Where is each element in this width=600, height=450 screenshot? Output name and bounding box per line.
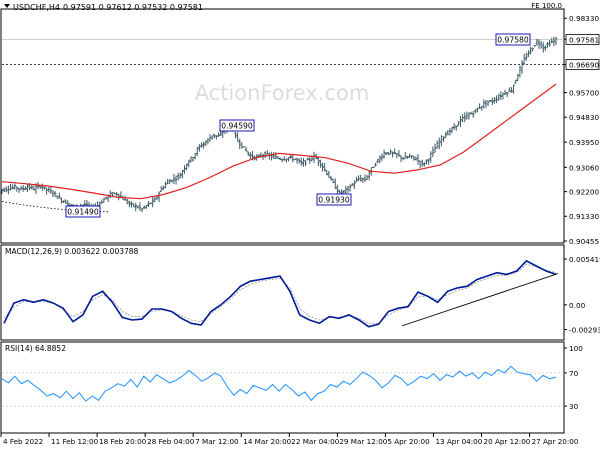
price-annotation-label: 0.97580 [497,36,529,45]
y-tick-label: 0.90455 [569,237,599,246]
time-axis-layer: 4 Feb 2022 11 Feb 12:00 18 Feb 20:00 28 Feb… [0,433,579,446]
price-annotation-label: 0.91930 [318,196,350,205]
macd-axis-layer: 0.005419 0.00 -0.00293 [564,255,600,335]
macd-y-tick-label: 0.005419 [569,255,600,264]
time-tick-label: 13 Apr 04:00 [435,437,482,446]
y-tick-label: 0.96690 [569,61,600,70]
y-tick-label: 0.93950 [569,138,600,147]
time-tick-label: 28 Feb 04:00 [147,437,195,446]
time-tick-label: 20 Apr 12:00 [484,437,531,446]
y-tick-label: 0.93060 [569,163,600,172]
rsi-y-tick-label: 70 [569,369,579,378]
macd-y-tick-label: 0.00 [569,301,586,310]
y-tick-label: 0.92200 [569,188,600,197]
time-tick-label: 22 Mar 04:00 [291,437,339,446]
time-tick-label: 14 Mar 20:00 [243,437,291,446]
time-tick-label: 29 Mar 12:00 [339,437,387,446]
time-tick-label: 7 Mar 12:00 [195,437,239,446]
macd-panel-frame [0,244,565,341]
rsi-y-tick-label: 100 [569,344,583,353]
time-tick-label: 11 Feb 12:00 [51,437,99,446]
chart-svg: USDCHF,H4 0.97591 0.97612 0.97532 0.9758… [0,2,600,446]
time-tick-label: 18 Feb 20:00 [99,437,147,446]
price-annotation-label: 0.94590 [221,122,253,131]
y-tick-label: 0.98330 [569,14,600,23]
time-tick-label: 5 Apr 20:00 [387,437,430,446]
time-tick-label: 4 Feb 2022 [3,437,43,446]
rsi-axis-layer: 100 70 30 [564,344,583,411]
time-tick-label: 27 Apr 20:00 [532,437,579,446]
ohlc-values: 0.97591 0.97612 0.97532 0.97581 [63,3,203,12]
y-tick-label: 0.91330 [569,212,600,221]
symbol-label: USDCHF,H4 [13,3,60,12]
dropdown-triangle-icon[interactable] [4,4,10,8]
rsi-panel-title: RSI(14) 64.8852 [5,344,66,353]
rsi-y-tick-label: 30 [569,402,579,411]
macd-y-tick-label: -0.00293 [569,326,600,335]
y-tick-label: 0.95700 [569,89,600,98]
y-tick-label: 0.94830 [569,113,600,122]
macd-panel-title: MACD(12,26,9) 0.003622 0.003788 [5,247,139,256]
fe-label: FE 100.0 [531,2,562,10]
y-tick-label: 0.97581 [569,35,599,44]
price-axis-layer: 0.98330 0.97581 0.96690 0.95700 0.94830 0.939… [564,14,600,246]
price-annotation-label: 0.91490 [67,208,99,217]
watermark: ActionForex.com [195,81,370,105]
